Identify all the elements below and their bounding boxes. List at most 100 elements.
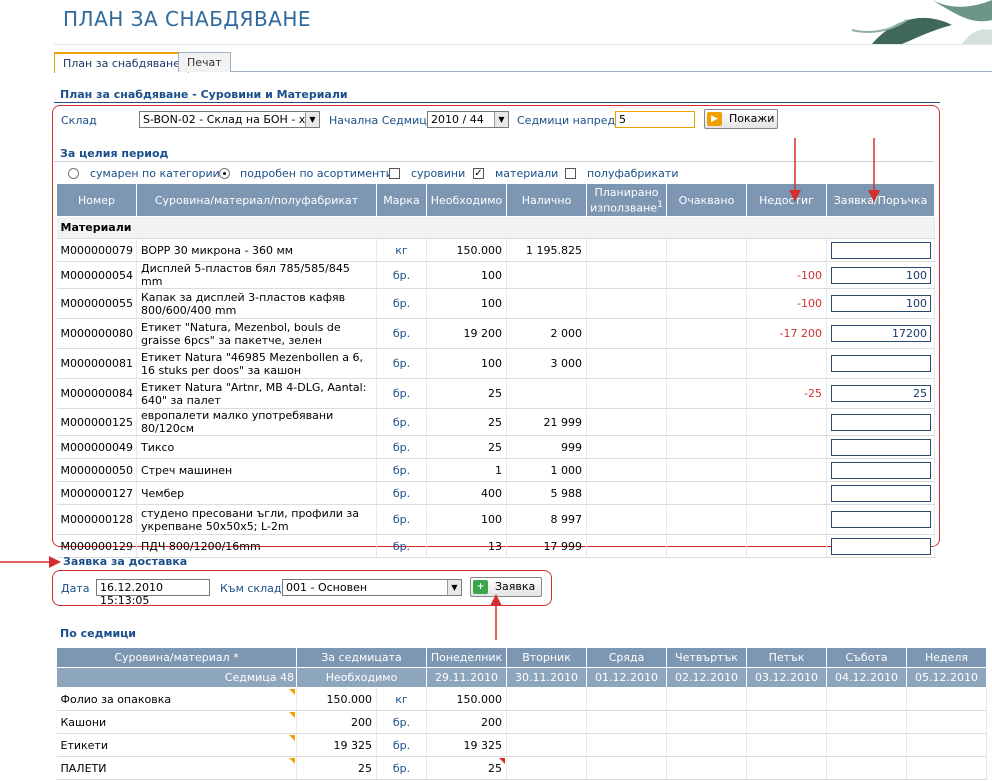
cell-code: M000000080 [56,318,137,349]
cell-order: 17200 [826,318,935,349]
wcol-fri[interactable]: Петък [746,647,828,668]
tab-supply-plan[interactable]: План за снабдяване [54,52,189,73]
table-row: M000000079 BOPP 30 микрона - 360 мм кг 150.… [56,238,935,262]
tab-print[interactable]: Печат [178,52,231,72]
cell-order [826,481,935,505]
cell-expected [666,378,747,409]
warehouse-label: Склад [61,114,97,127]
comment-marker-icon[interactable] [499,758,506,764]
wsub-date-fri: 03.12.2010 [746,667,828,688]
date-input[interactable]: 16.12.2010 15:13:05 [96,579,210,607]
cell-order [826,238,935,262]
order-quantity-input[interactable]: 100 [831,266,931,284]
comment-marker-icon[interactable] [289,689,295,695]
col-shortage[interactable]: Недостиг [746,183,827,217]
checkbox-semi[interactable] [565,168,576,179]
order-quantity-input[interactable]: 100 [831,295,931,312]
cell-expected [666,318,747,349]
table-row: M000000128 студено пресовани ъгли, профил… [56,504,935,535]
cell-name: Етикет Natura "Artnr, MB 4-DLG, Aantal: … [136,378,377,409]
order-quantity-input[interactable] [831,511,931,528]
order-button[interactable]: + Заявка [470,577,542,597]
wcell-need: 150.000 [296,687,377,711]
order-quantity-input[interactable]: 17200 [831,325,931,342]
cell-shortage [746,481,827,505]
wcol-sat[interactable]: Събота [826,647,908,668]
cell-shortage: -100 [746,288,827,319]
table-row: M000000127 Чембер бр. 400 5 988 [56,481,935,505]
order-quantity-input[interactable] [831,241,931,259]
cell-name: Тиксо [136,435,377,459]
tab-bar: План за снабдяване Печат [54,52,992,73]
wcol-wed[interactable]: Сряда [586,647,668,668]
wcell-material: Кашони [56,710,297,734]
cell-needed: 150.000 [426,238,507,262]
cell-name: Капак за дисплей 3-пластов кафяв 800/600… [136,288,377,319]
col-expected[interactable]: Очаквано [666,183,747,217]
col-number[interactable]: Номер [56,183,137,217]
weekly-row: Кашони 200 бр. 200 [56,710,988,734]
cell-expected [666,534,747,558]
cell-code: M000000081 [56,348,137,379]
wcell-need: 19 325 [296,733,377,757]
wcol-material[interactable]: Суровина/материал * [56,647,297,668]
comment-marker-icon[interactable] [289,712,295,718]
comment-marker-icon[interactable] [289,735,295,741]
cell-shortage [746,348,827,379]
radio-detailed[interactable] [219,168,230,179]
cell-available: 8 997 [506,504,587,535]
comment-marker-icon[interactable] [289,758,295,764]
order-quantity-input[interactable] [831,355,931,372]
cell-expected [666,435,747,459]
cell-needed: 1 [426,458,507,482]
wcell-fri [746,756,828,780]
start-week-select[interactable]: 2010 / 44 ▼ [427,111,509,128]
cell-unit: бр. [376,458,427,482]
cell-shortage [746,504,827,535]
col-material[interactable]: Суровина/материал/полуфабрикат [136,183,377,217]
wcol-tue[interactable]: Вторник [506,647,588,668]
col-unit[interactable]: Марка [376,183,427,217]
order-quantity-input[interactable]: 25 [831,385,931,402]
cell-unit: бр. [376,261,427,289]
col-available[interactable]: Налично [506,183,587,217]
cell-code: M000000128 [56,504,137,535]
cell-planned [586,348,667,379]
period-divider [54,161,934,162]
order-quantity-input[interactable] [831,537,931,555]
section-divider [54,102,940,103]
wcol-week[interactable]: За седмицата [295,647,428,668]
cell-planned [586,238,667,262]
weeks-ahead-input[interactable]: 5 [615,111,695,128]
start-week-label: Начална Седмица [329,114,434,127]
order-quantity-input[interactable] [831,484,931,502]
section-title-supply: План за снабдяване - Суровини и Материал… [60,88,348,101]
cell-needed: 100 [426,261,507,289]
to-warehouse-select[interactable]: 001 - Основен ▼ [282,579,462,596]
banner-leaf-art [851,0,992,44]
wcell-need: 200 [296,710,377,734]
order-quantity-input[interactable] [831,461,931,479]
wsub-date-sun: 05.12.2010 [906,667,988,688]
wcell-sat [826,710,908,734]
order-quantity-input[interactable] [831,438,931,456]
wsub-needed: Необходимо [295,667,428,688]
col-needed[interactable]: Необходимо [426,183,507,217]
order-quantity-input[interactable] [831,413,931,431]
cell-unit: бр. [376,481,427,505]
show-button-label: Покажи [729,112,775,125]
warehouse-select[interactable]: S-BON-02 - Склад на БОН - хла ▼ [139,111,320,128]
col-planned[interactable]: Планирано използване1 [586,183,667,217]
show-button[interactable]: ▶ Покажи [704,109,778,129]
radio-summary[interactable] [68,168,79,179]
cell-unit: бр. [376,504,427,535]
wcol-mon[interactable]: Понеделник [426,647,508,668]
cell-code: M000000125 [56,408,137,436]
col-planned-footnote: 1 [657,198,663,210]
checkbox-raw[interactable] [389,168,400,179]
checkbox-materials-label: материали [495,167,559,180]
checkbox-materials[interactable]: ✓ [473,168,484,179]
wcol-thu[interactable]: Четвъртък [666,647,748,668]
col-order[interactable]: Заявка/Поръчка [826,183,935,217]
wcol-sun[interactable]: Неделя [906,647,988,668]
